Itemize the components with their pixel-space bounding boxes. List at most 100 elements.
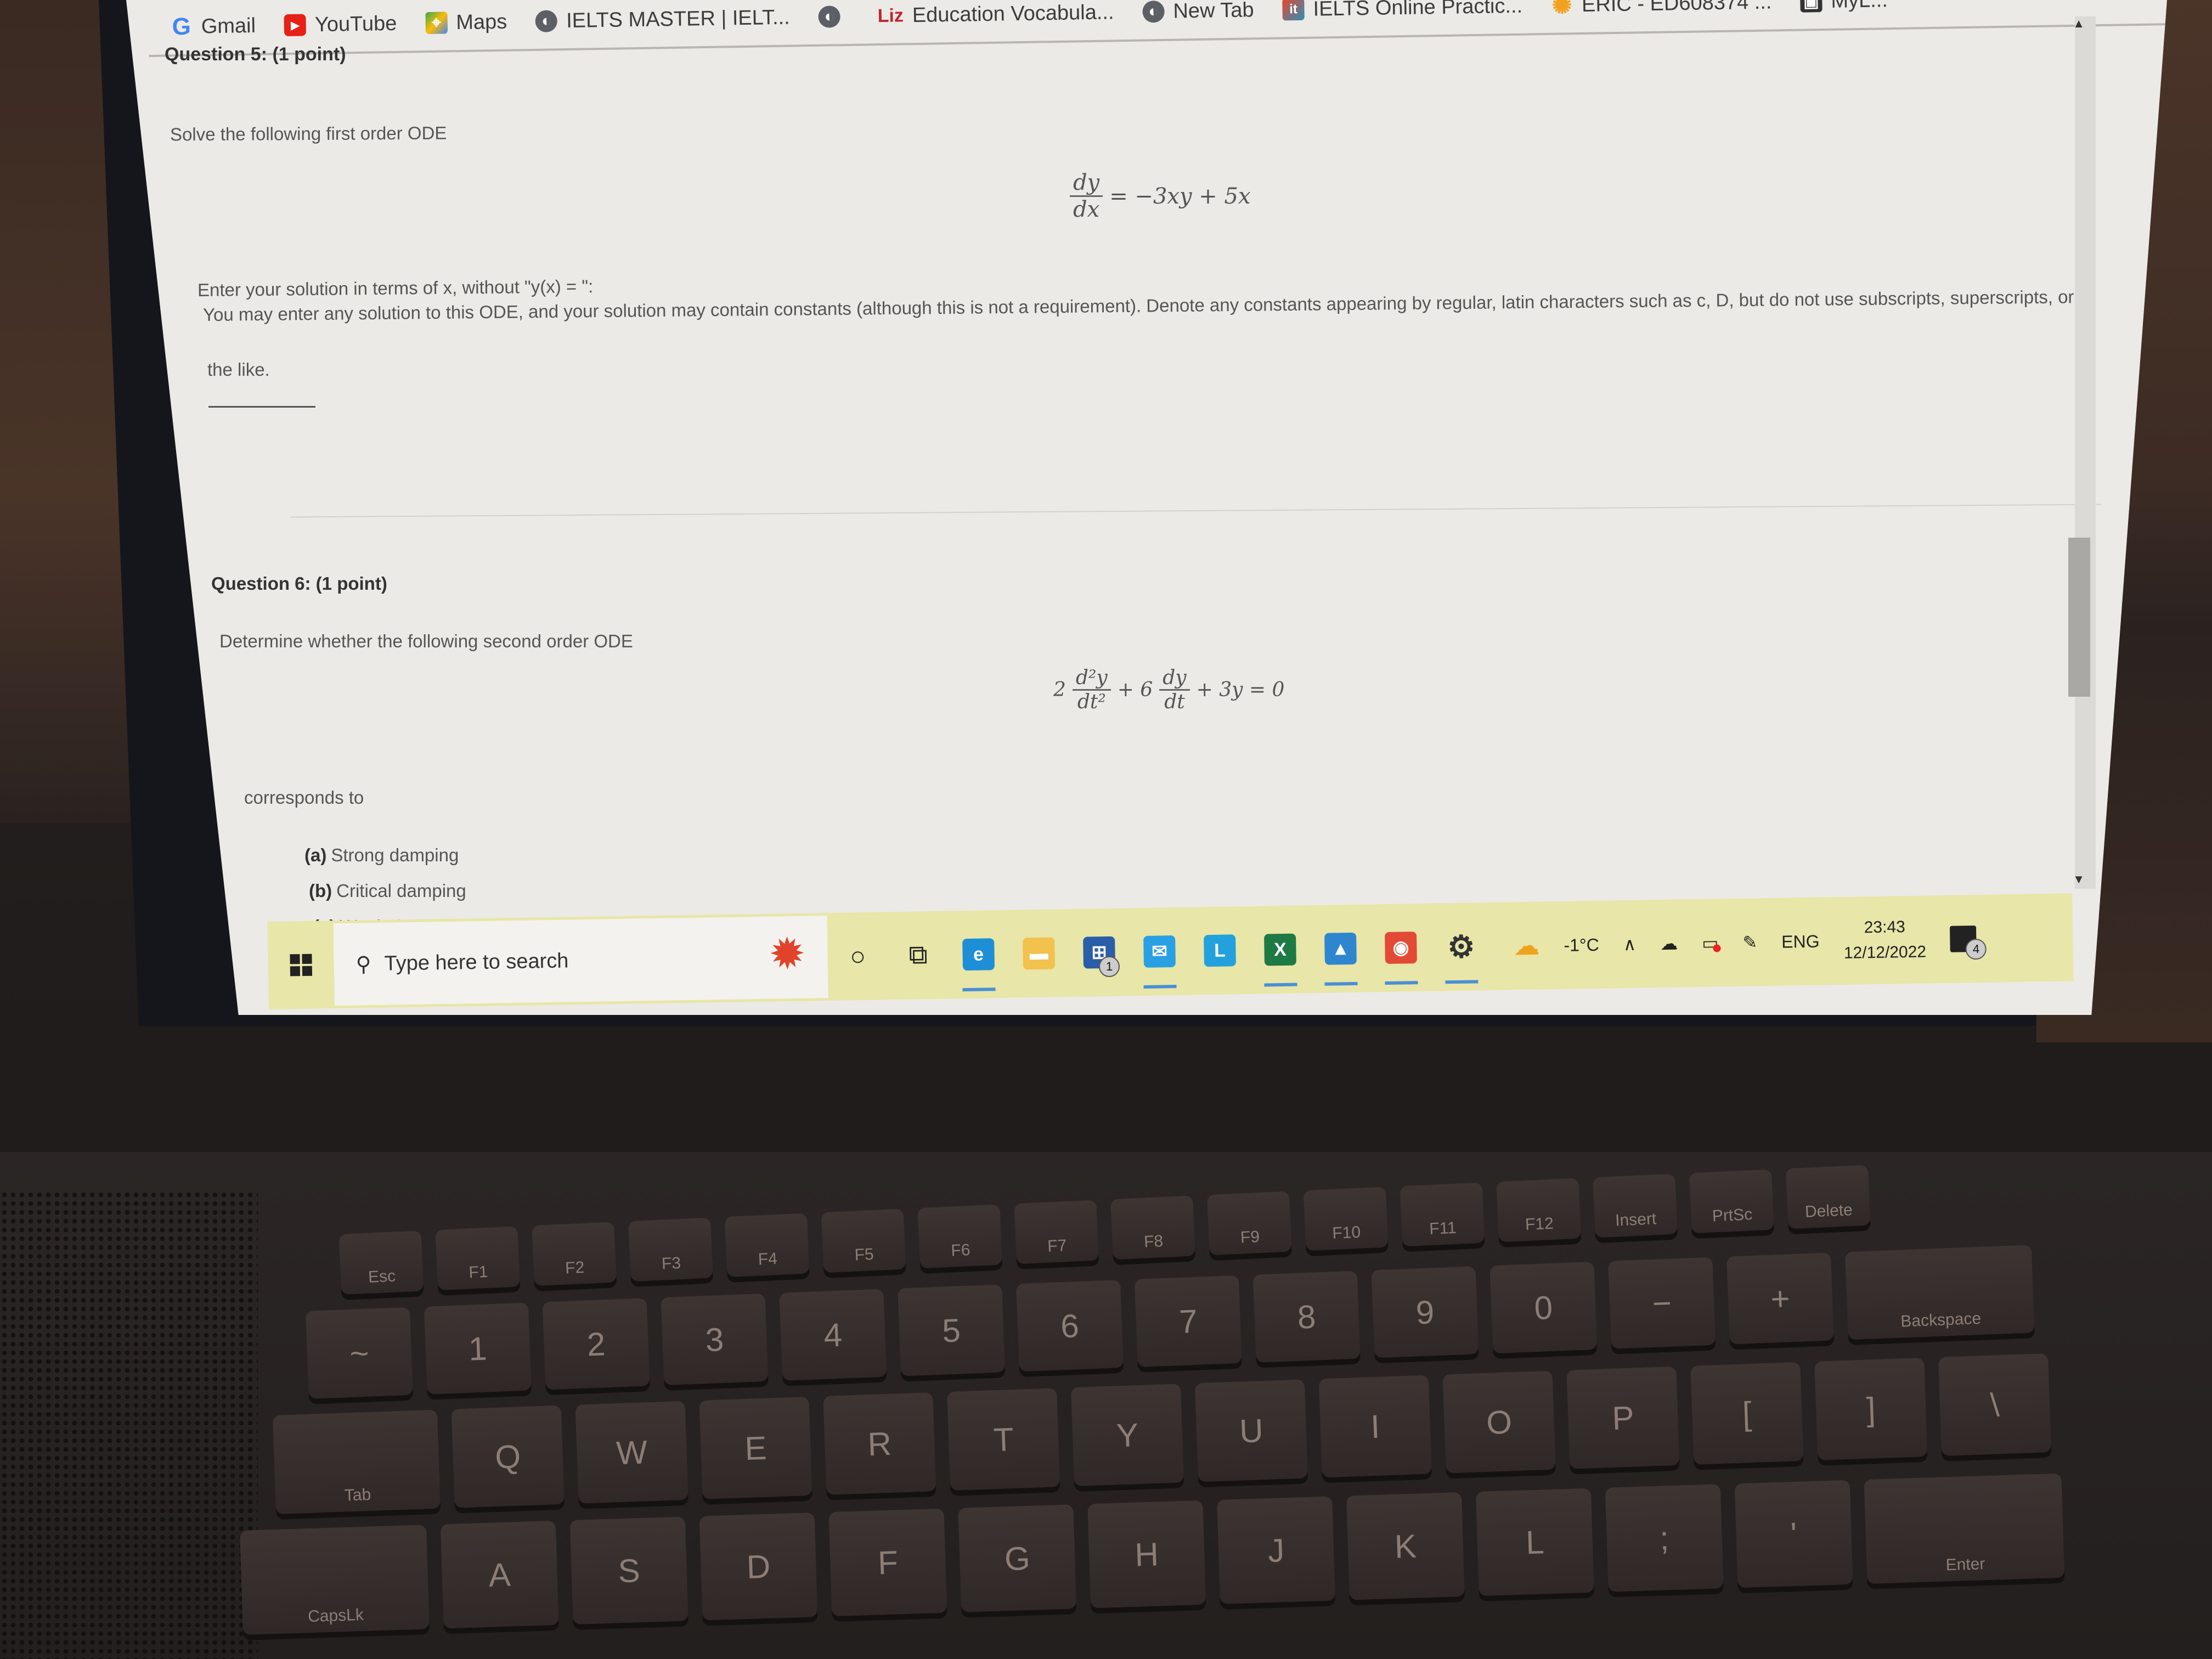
fraction-denominator: dx <box>1073 197 1100 222</box>
key[interactable]: 6 <box>1015 1280 1124 1372</box>
key[interactable]: 4 <box>779 1289 887 1381</box>
start-button[interactable] <box>267 921 334 1009</box>
key[interactable]: F1 <box>435 1226 521 1290</box>
key[interactable]: 3 <box>661 1293 769 1386</box>
key[interactable]: F6 <box>917 1204 1003 1269</box>
key[interactable]: Q <box>451 1405 565 1508</box>
taskbar-app-excel[interactable]: X <box>1249 908 1311 991</box>
key[interactable]: 7 <box>1134 1275 1242 1367</box>
key[interactable]: Tab <box>272 1409 441 1514</box>
taskbar-app-cortana[interactable]: ○ <box>827 915 888 998</box>
key[interactable]: P <box>1566 1366 1680 1469</box>
pen-icon[interactable]: ✎ <box>1742 932 1757 952</box>
language-indicator[interactable]: ENG <box>1781 931 1820 952</box>
taskbar-app-mail[interactable]: ✉ <box>1128 910 1190 994</box>
key[interactable]: 1 <box>424 1302 532 1395</box>
taskbar-app-file-explorer[interactable]: ▬ <box>1008 912 1069 995</box>
taskbar-app-task-view[interactable]: ⧉ <box>887 914 949 997</box>
key[interactable]: F4 <box>724 1213 810 1278</box>
weather-temperature[interactable]: -1°C <box>1564 934 1599 955</box>
scroll-up-arrow-icon[interactable]: ▲ <box>2073 16 2085 31</box>
key[interactable]: I <box>1318 1375 1432 1478</box>
key[interactable]: Delete <box>1785 1165 1871 1229</box>
taskbar-app-l-app[interactable]: L <box>1189 909 1250 992</box>
key[interactable]: E <box>699 1396 812 1499</box>
bookmark-item[interactable]: ◐ <box>818 5 849 28</box>
key[interactable]: Enter <box>1864 1473 2065 1584</box>
key[interactable]: ' <box>1734 1480 1853 1588</box>
key[interactable]: CapsLk <box>240 1525 430 1635</box>
taskbar-app-settings[interactable]: ⚙ <box>1430 905 1492 989</box>
taskbar-app-edge[interactable]: e <box>947 913 1009 996</box>
key[interactable]: G <box>958 1504 1077 1612</box>
key[interactable]: L <box>1475 1488 1594 1596</box>
key[interactable]: W <box>575 1401 689 1504</box>
scrollbar-thumb[interactable] <box>2068 538 2090 697</box>
key[interactable]: Insert <box>1593 1173 1678 1238</box>
speaker-grille <box>0 1190 258 1659</box>
key[interactable]: 0 <box>1489 1261 1598 1354</box>
key[interactable]: O <box>1442 1370 1556 1474</box>
taskbar-search-box[interactable]: ⚲ Type here to search ✹ <box>333 915 828 1006</box>
key[interactable]: H <box>1087 1500 1206 1609</box>
key[interactable]: F2 <box>532 1222 617 1286</box>
bookmark-item[interactable]: ▣ MyL... <box>1800 0 1888 13</box>
key[interactable]: F <box>828 1508 947 1617</box>
scrollbar-track[interactable] <box>2075 16 2096 889</box>
bookmark-item[interactable]: Liz Education Vocabula... <box>877 1 1114 28</box>
key[interactable]: F8 <box>1110 1195 1195 1260</box>
bookmark-item[interactable]: ⌖ Maps <box>425 10 507 35</box>
answer-option[interactable]: (b) Critical damping <box>309 881 466 901</box>
key[interactable]: PrtSc <box>1689 1169 1774 1234</box>
key[interactable]: F10 <box>1303 1187 1389 1251</box>
bookmark-item[interactable]: it IELTS Online Practic... <box>1282 0 1522 21</box>
key[interactable]: 2 <box>542 1298 650 1390</box>
key[interactable]: F12 <box>1496 1178 1582 1243</box>
key[interactable]: ~ <box>305 1307 413 1399</box>
scroll-down-arrow-icon[interactable]: ▼ <box>2073 872 2085 887</box>
key[interactable]: R <box>823 1392 936 1495</box>
key[interactable]: 8 <box>1252 1271 1361 1363</box>
key[interactable]: Backspace <box>1844 1245 2035 1340</box>
bookmark-item[interactable]: ◐ IELTS MASTER | IELT... <box>535 5 790 33</box>
key[interactable]: F7 <box>1014 1200 1099 1265</box>
taskbar-app-photos[interactable]: ▲ <box>1310 907 1371 990</box>
onedrive-cloud-icon[interactable]: ☁ <box>1660 933 1678 954</box>
bookmark-item[interactable]: ▶ YouTube <box>284 12 397 37</box>
answer-option[interactable]: (a) Strong damping <box>304 845 459 866</box>
key[interactable]: \ <box>1938 1353 2052 1456</box>
key[interactable]: U <box>1194 1379 1308 1482</box>
bookmark-item[interactable]: ✺ ERIC - ED608374 ... <box>1551 0 1772 19</box>
key[interactable]: D <box>699 1513 818 1621</box>
question-6-corresponds: corresponds to <box>244 787 364 808</box>
screen-record-icon[interactable]: ▭ <box>1702 932 1721 953</box>
taskbar-app-store[interactable]: ⊞ 1 <box>1068 911 1130 994</box>
clock[interactable]: 23:43 12/12/2022 <box>1843 915 1927 966</box>
key[interactable]: 9 <box>1371 1266 1479 1358</box>
key[interactable]: − <box>1608 1257 1716 1349</box>
key[interactable]: F5 <box>821 1209 906 1273</box>
key[interactable]: + <box>1726 1252 1835 1345</box>
key[interactable]: Esc <box>338 1231 424 1295</box>
key[interactable]: 5 <box>898 1284 1006 1376</box>
key[interactable]: J <box>1217 1496 1336 1604</box>
key[interactable]: [ <box>1690 1362 1804 1465</box>
key[interactable]: F3 <box>628 1217 713 1282</box>
key[interactable]: T <box>947 1388 1060 1491</box>
key[interactable]: ; <box>1605 1484 1724 1592</box>
key[interactable]: S <box>569 1516 689 1625</box>
key[interactable]: Y <box>1070 1384 1184 1487</box>
key[interactable]: A <box>440 1520 559 1629</box>
chrome-icon: ◉ <box>1385 932 1417 964</box>
action-center-icon[interactable]: 4 <box>1950 926 1987 960</box>
key[interactable]: ] <box>1814 1357 1928 1460</box>
question-5-answer-input[interactable] <box>208 406 315 408</box>
key[interactable]: F11 <box>1400 1182 1485 1247</box>
taskbar-app-chrome[interactable]: ◉ <box>1370 906 1431 990</box>
key[interactable]: K <box>1346 1492 1465 1600</box>
bookmark-item[interactable]: ◐ New Tab <box>1142 0 1254 24</box>
show-hidden-icons-chevron-icon[interactable]: ∧ <box>1623 934 1637 955</box>
key[interactable]: F9 <box>1206 1191 1292 1256</box>
weather-icon[interactable]: ☁ <box>1513 930 1540 962</box>
bookmark-item[interactable]: G Gmail <box>170 13 256 41</box>
